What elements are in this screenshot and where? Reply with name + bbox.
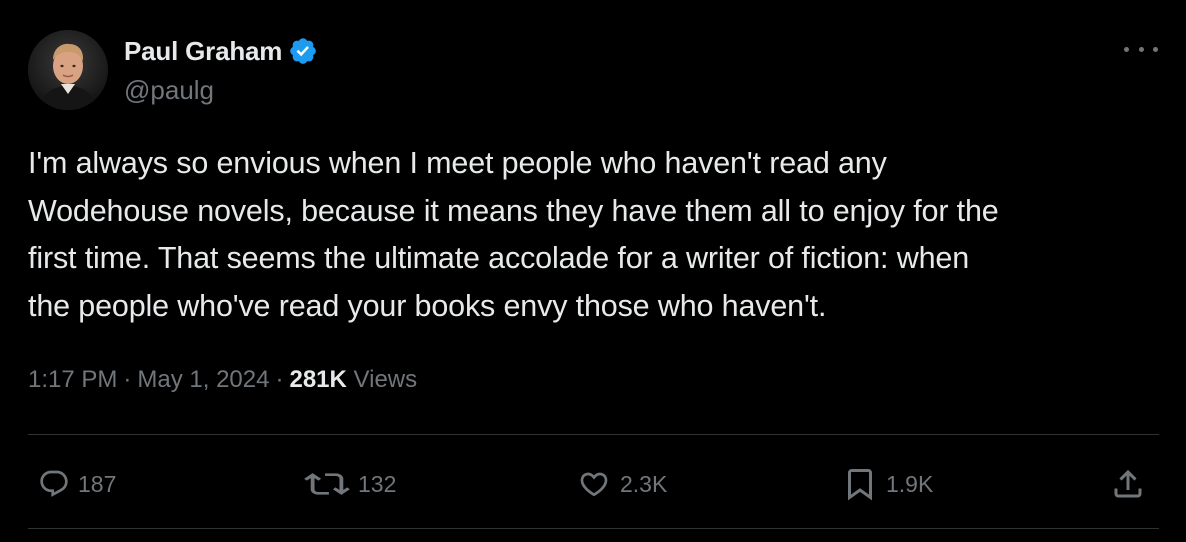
reply-button[interactable]: 187 bbox=[38, 458, 116, 510]
tweet-time[interactable]: 1:17 PM bbox=[28, 366, 117, 393]
tweet-text-line: Wodehouse novels, because it means they … bbox=[28, 193, 999, 228]
repost-icon bbox=[304, 473, 350, 495]
action-bar: 187 132 2.3K 1.9K bbox=[0, 458, 1186, 510]
heart-icon bbox=[580, 472, 608, 497]
share-icon bbox=[1114, 469, 1142, 498]
tweet-text-line: first time. That seems the ultimate acco… bbox=[28, 241, 970, 275]
reply-count: 187 bbox=[78, 470, 117, 497]
meta-separator: · bbox=[275, 366, 284, 393]
author-display-name[interactable]: Paul Graham bbox=[124, 36, 282, 67]
more-horizontal-icon[interactable] bbox=[1124, 38, 1158, 60]
author-name-row: Paul Graham bbox=[124, 33, 318, 69]
tweet-meta: 1:17 PM · May 1, 2024 · 281K Views bbox=[28, 366, 417, 394]
bookmark-icon bbox=[848, 469, 872, 501]
author-handle[interactable]: @paulg bbox=[124, 75, 214, 106]
divider bbox=[28, 434, 1159, 435]
tweet-text: I'm always so envious when I meet people… bbox=[28, 140, 1168, 330]
tweet-card: Paul Graham @paulg I'm always so envious… bbox=[0, 0, 1186, 542]
divider bbox=[28, 528, 1159, 529]
repost-count: 132 bbox=[358, 470, 397, 497]
like-button[interactable]: 2.3K bbox=[576, 458, 667, 510]
bookmark-button[interactable]: 1.9K bbox=[842, 458, 933, 510]
views-count: 281K bbox=[289, 366, 347, 393]
reply-icon bbox=[40, 470, 68, 497]
like-count: 2.3K bbox=[620, 470, 668, 497]
tweet-text-line: the people who've read your books envy t… bbox=[28, 288, 827, 323]
share-button[interactable] bbox=[1110, 458, 1146, 510]
tweet-text-line: I'm always so envious when I meet people… bbox=[28, 146, 887, 180]
bookmark-count: 1.9K bbox=[886, 470, 934, 497]
avatar[interactable] bbox=[28, 30, 108, 110]
repost-button[interactable]: 132 bbox=[304, 458, 396, 510]
views-label: Views bbox=[353, 366, 418, 393]
verified-badge-icon[interactable] bbox=[288, 36, 318, 66]
meta-separator: · bbox=[123, 366, 132, 393]
tweet-date[interactable]: May 1, 2024 bbox=[137, 366, 269, 393]
avatar-photo bbox=[28, 30, 108, 110]
